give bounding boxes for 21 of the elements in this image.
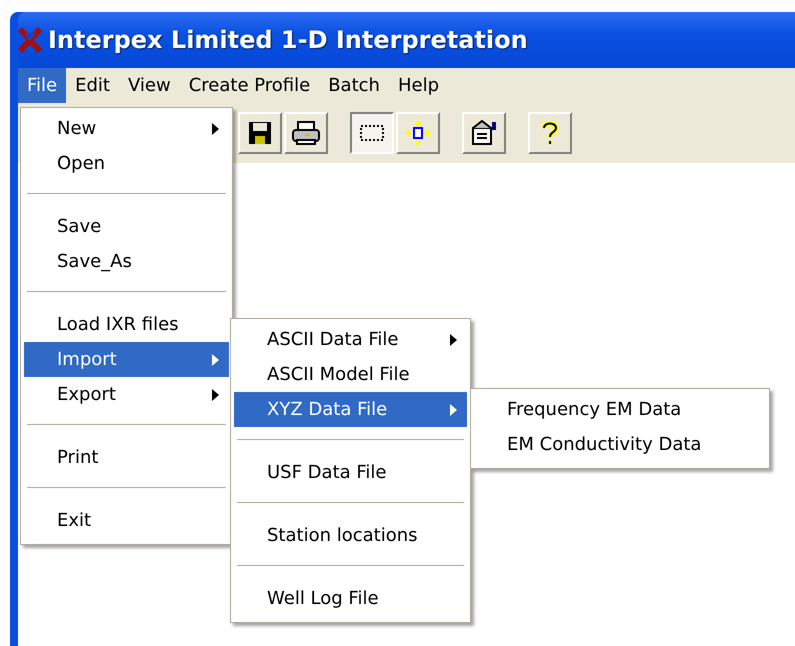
submenu-arrow-icon <box>212 122 219 134</box>
menu-item[interactable]: XYZ Data File <box>234 392 467 427</box>
menu-title[interactable]: View <box>118 68 180 103</box>
menu-title[interactable]: Batch <box>319 68 389 103</box>
menu-title[interactable]: File <box>18 68 66 103</box>
submenu-arrow-icon <box>450 334 457 346</box>
menu-title[interactable]: Help <box>388 68 448 103</box>
submenu-arrow-icon <box>450 404 457 416</box>
submenu-arrow-icon <box>212 388 219 400</box>
menu-item[interactable]: Import <box>24 342 229 377</box>
toolbar-button[interactable] <box>350 112 394 154</box>
window-title: Interpex Limited 1-D Interpretation <box>48 26 528 54</box>
dashed-rectangle-icon <box>359 124 385 142</box>
printer-icon <box>291 120 321 146</box>
menu-title[interactable]: Edit <box>66 68 119 103</box>
submenu-arrow-icon <box>212 354 219 366</box>
move-arrows-icon <box>404 119 432 147</box>
app-logo-icon <box>18 27 42 53</box>
question-mark-icon <box>539 119 561 147</box>
menu-title[interactable]: Create Profile <box>180 68 320 103</box>
properties-sheet-icon <box>470 119 498 147</box>
